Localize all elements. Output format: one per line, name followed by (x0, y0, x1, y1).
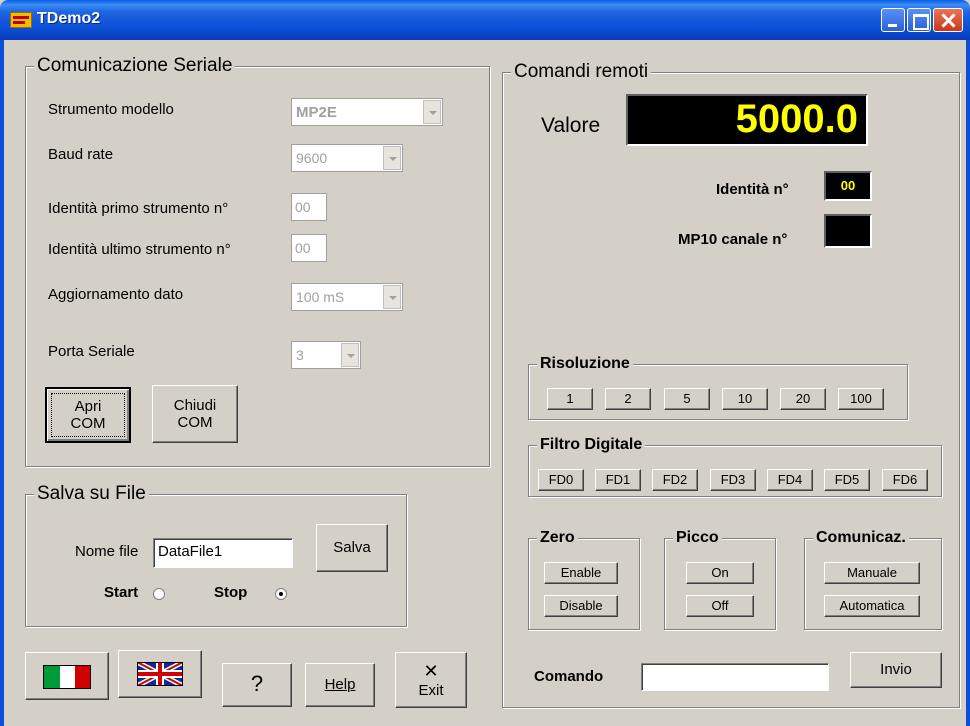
uk-flag-icon (137, 662, 183, 686)
update-select-value: 100 mS (296, 289, 345, 305)
value-display: 5000.0 (626, 94, 868, 146)
close-button[interactable] (933, 8, 963, 32)
window-border-right (966, 40, 970, 726)
app-icon (10, 12, 32, 28)
peak-group-title: Picco (673, 529, 722, 547)
baud-select-value: 9600 (296, 150, 328, 166)
comm-manual-button[interactable]: Manuale (824, 562, 920, 584)
zero-group-title: Zero (537, 529, 578, 547)
start-radio[interactable] (153, 588, 165, 600)
save-button[interactable]: Salva (316, 524, 388, 572)
open-com-line1: Apri (74, 397, 102, 415)
close-com-line1: Chiudi (173, 396, 217, 414)
help-button-label: Help (324, 676, 356, 693)
maximize-button[interactable] (907, 8, 931, 32)
title-bar[interactable]: TDemo2 (0, 0, 970, 40)
window-title: TDemo2 (37, 10, 101, 27)
port-select[interactable]: 3 (291, 341, 361, 369)
italy-flag-icon (43, 665, 91, 689)
minimize-button[interactable] (881, 8, 905, 32)
filter-group-title: Filtro Digitale (537, 436, 646, 454)
filter-button-fd3[interactable]: FD3 (710, 469, 756, 491)
port-select-value: 3 (296, 347, 304, 363)
update-label: Aggiornamento dato (48, 286, 184, 303)
help-button[interactable]: Help (305, 663, 375, 707)
filename-label: Nome file (75, 543, 139, 560)
update-select[interactable]: 100 mS (291, 283, 403, 311)
filter-button-fd5[interactable]: FD5 (824, 469, 870, 491)
question-mark-icon: ? (250, 671, 264, 696)
chevron-down-icon[interactable] (383, 146, 401, 170)
resolution-button-5[interactable]: 5 (664, 388, 710, 410)
value-label: Valore (541, 114, 601, 137)
model-select-value: MP2E (296, 104, 337, 121)
stop-radio[interactable] (275, 588, 287, 600)
save-button-label: Salva (333, 539, 371, 556)
filter-button-fd2[interactable]: FD2 (652, 469, 698, 491)
peak-on-button[interactable]: On (686, 562, 754, 584)
filter-button-fd0[interactable]: FD0 (538, 469, 584, 491)
identity-label: Identità n° (716, 181, 789, 198)
stop-label: Stop (214, 584, 248, 601)
last-id-label: Identità ultimo strumento n° (48, 241, 231, 258)
zero-disable-button[interactable]: Disable (544, 595, 618, 617)
command-input[interactable] (641, 663, 829, 691)
baud-label: Baud rate (48, 146, 114, 163)
italian-language-button[interactable] (25, 652, 109, 700)
close-icon: ✕ (423, 661, 439, 682)
model-label: Strumento modello (48, 101, 174, 118)
open-com-button[interactable]: Apri COM (45, 387, 131, 443)
exit-button-label: Exit (418, 681, 444, 699)
filename-input[interactable]: DataFile1 (153, 538, 293, 568)
port-label: Porta Seriale (48, 343, 135, 360)
chevron-down-icon[interactable] (383, 285, 401, 309)
main-window: TDemo2 Comunicazione Seriale Strumento m… (0, 0, 970, 726)
first-id-value: 00 (295, 199, 311, 215)
close-com-line2: COM (177, 414, 213, 431)
resolution-button-1[interactable]: 1 (547, 388, 593, 410)
window-border-left (0, 40, 4, 726)
peak-off-button[interactable]: Off (686, 595, 754, 617)
filter-button-fd4[interactable]: FD4 (767, 469, 813, 491)
comm-auto-button[interactable]: Automatica (824, 595, 920, 617)
close-com-button[interactable]: Chiudi COM (152, 385, 238, 443)
resolution-button-100[interactable]: 100 (838, 388, 884, 410)
english-language-button[interactable] (118, 650, 202, 698)
comm-group-title: Comunicaz. (813, 529, 909, 547)
first-id-field[interactable]: 00 (291, 193, 327, 221)
open-com-line2: COM (70, 415, 106, 432)
filter-button-fd6[interactable]: FD6 (882, 469, 928, 491)
baud-select[interactable]: 9600 (291, 144, 403, 172)
remote-group-title: Comandi remoti (511, 61, 652, 83)
zero-enable-button[interactable]: Enable (544, 562, 618, 584)
model-select[interactable]: MP2E (291, 98, 443, 126)
resolution-button-20[interactable]: 20 (780, 388, 826, 410)
chevron-down-icon[interactable] (341, 343, 359, 367)
identity-display: 00 (824, 171, 872, 201)
serial-group-title: Comunicazione Seriale (34, 55, 236, 77)
send-button[interactable]: Invio (850, 652, 942, 688)
command-label: Comando (534, 668, 604, 685)
start-label: Start (104, 584, 139, 601)
resolution-button-2[interactable]: 2 (605, 388, 651, 410)
resolution-group-title: Risoluzione (537, 355, 633, 373)
resolution-button-10[interactable]: 10 (722, 388, 768, 410)
mp10-channel-display (824, 214, 872, 248)
last-id-value: 00 (295, 240, 311, 256)
question-button[interactable]: ? (222, 663, 292, 707)
filter-button-fd1[interactable]: FD1 (595, 469, 641, 491)
chevron-down-icon[interactable] (423, 100, 441, 124)
save-group-title: Salva su File (34, 483, 149, 505)
send-button-label: Invio (880, 661, 912, 678)
last-id-field[interactable]: 00 (291, 234, 327, 262)
mp10-channel-label: MP10 canale n° (678, 231, 788, 248)
first-id-label: Identità primo strumento n° (48, 200, 229, 217)
exit-button[interactable]: ✕ Exit (395, 652, 467, 708)
